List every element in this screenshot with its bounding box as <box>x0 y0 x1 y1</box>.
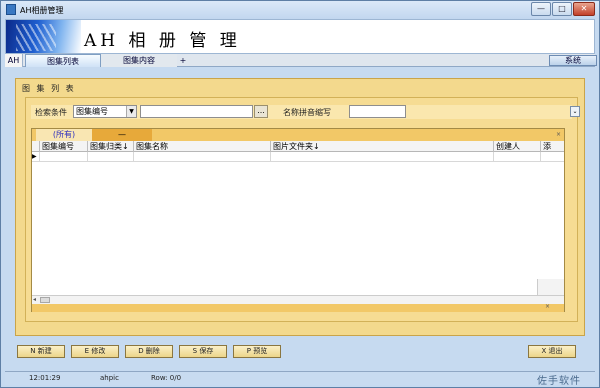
scroll-left-icon[interactable]: ◂ <box>33 296 36 303</box>
cell-image-folder[interactable] <box>271 152 494 162</box>
field-select-value: 图集编号 <box>76 107 108 116</box>
grid-header: 图集编号 图集归类↓ 图集名称 图片文件夹↓ 创建人 添 <box>32 141 564 152</box>
header-banner: AH 相 册 管 理 <box>5 19 595 54</box>
app-icon <box>6 4 16 15</box>
pinyin-input[interactable] <box>349 105 406 118</box>
cell-album-category[interactable] <box>88 152 134 162</box>
footer-close-icon[interactable]: × <box>545 303 550 310</box>
banner-title: AH 相 册 管 理 <box>84 31 241 51</box>
col-creator[interactable]: 创建人 <box>494 141 541 152</box>
brand-label: 佐手软件 <box>537 376 581 387</box>
grid-tab-all[interactable]: (所有) <box>36 129 92 141</box>
preview-button[interactable]: P 预览 <box>233 345 281 358</box>
col-album-category[interactable]: 图集归类↓ <box>88 141 134 152</box>
title-bar: AH相册管理 — □ ✕ <box>1 1 599 19</box>
tab-album-list[interactable]: 图集列表 <box>25 54 101 67</box>
close-icon[interactable]: × <box>556 131 561 138</box>
search-bar: 检索条件 图集编号 ▼ ... 名称拼音缩写 ⌄ <box>31 105 580 119</box>
cell-album-name[interactable] <box>134 152 271 162</box>
new-button[interactable]: N 新建 <box>17 345 65 358</box>
expand-icon[interactable]: ⌄ <box>570 106 580 117</box>
album-grid: (所有) — × 图集编号 图集归类↓ 图集名称 图片文件夹↓ 创建人 添 ▶ <box>31 128 565 312</box>
edit-button[interactable]: E 修改 <box>71 345 119 358</box>
status-rows: Row: 0/0 <box>151 374 182 382</box>
col-image-folder[interactable]: 图片文件夹↓ <box>271 141 494 152</box>
close-button[interactable]: ✕ <box>573 2 595 16</box>
scroll-thumb[interactable] <box>40 297 50 303</box>
field-select[interactable]: 图集编号 ▼ <box>73 105 137 118</box>
col-album-name[interactable]: 图集名称 <box>134 141 271 152</box>
delete-button[interactable]: D 删除 <box>125 345 173 358</box>
status-database: ahpic <box>100 374 119 382</box>
tab-ah[interactable]: AH <box>5 54 23 67</box>
album-list-panel: 图 集 列 表 检索条件 图集编号 ▼ ... 名称拼音缩写 ⌄ (所有) — … <box>15 78 585 336</box>
banner-art <box>6 20 81 53</box>
status-time: 12:01:29 <box>29 374 61 382</box>
minimize-button[interactable]: — <box>531 2 551 16</box>
browse-button[interactable]: ... <box>254 105 268 118</box>
grid-footer: × <box>32 303 564 312</box>
save-button[interactable]: S 保存 <box>179 345 227 358</box>
maximize-button[interactable]: □ <box>552 2 572 16</box>
pinyin-label: 名称拼音缩写 <box>283 108 331 117</box>
col-album-id[interactable]: 图集编号 <box>40 141 88 152</box>
row-indicator-header <box>32 141 40 152</box>
status-bar: 12:01:29 ahpic Row: 0/0 佐手软件 <box>5 371 595 387</box>
row-indicator-cell <box>32 152 40 162</box>
inner-panel: 检索条件 图集编号 ▼ ... 名称拼音缩写 ⌄ (所有) — × 图集编号 图… <box>25 97 580 322</box>
grid-tab-strip: (所有) — × <box>32 129 564 141</box>
window-title: AH相册管理 <box>20 6 64 15</box>
exit-button[interactable]: X 退出 <box>528 345 576 358</box>
cell-creator[interactable] <box>494 152 541 162</box>
app-window: AH相册管理 — □ ✕ AH 相 册 管 理 AH 图集列表 图集内容 + 系… <box>0 0 600 388</box>
table-row[interactable]: ▶ <box>32 152 564 162</box>
tab-bar: AH 图集列表 图集内容 + 系统 <box>5 54 597 67</box>
horizontal-scrollbar[interactable]: ◂ <box>32 295 564 304</box>
add-tab-button[interactable]: + <box>177 54 189 67</box>
condition-label: 检索条件 <box>35 108 67 117</box>
col-extra[interactable]: 添 <box>541 141 564 152</box>
system-button[interactable]: 系统 <box>549 55 597 66</box>
cell-album-id[interactable] <box>40 152 88 162</box>
chevron-down-icon[interactable]: ▼ <box>126 106 136 117</box>
panel-title: 图 集 列 表 <box>22 84 76 93</box>
search-input[interactable] <box>140 105 253 118</box>
tab-album-content[interactable]: 图集内容 <box>101 54 177 67</box>
grid-tab-group[interactable]: — <box>92 129 152 141</box>
